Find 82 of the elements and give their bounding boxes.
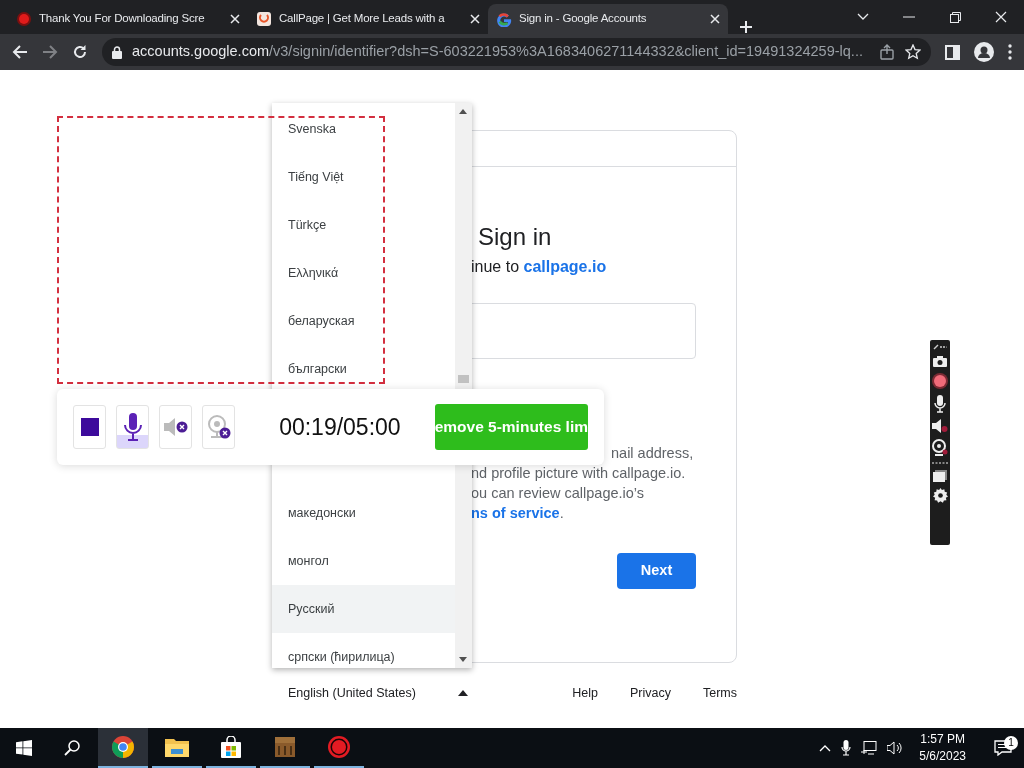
menu-item[interactable]: македонски [272,489,455,537]
menu-item[interactable]: български [272,345,455,393]
footer-link[interactable]: Help [572,684,598,703]
address-bar[interactable]: accounts.google.com/v3/signin/identifier?dsh=S-603221953%3A1683406271144332&client_id=19491324259-lq... [102,38,931,66]
profile-icon[interactable] [974,42,994,62]
link[interactable]: callpage.io [523,258,607,275]
webcam-button[interactable] [202,405,236,449]
menu-item[interactable]: Türkçe [272,201,455,249]
menu-item[interactable]: беларуская [272,297,455,345]
subtitle: inue to callpage.io [471,257,608,277]
microphone-button[interactable] [116,405,150,449]
body-text: nail address, [610,444,695,463]
microphone-icon [122,412,143,442]
browser-tab[interactable]: Thank You For Downloading Scre [8,4,248,34]
chevron-down-icon[interactable] [857,13,869,21]
link[interactable]: ns of service [471,505,560,521]
volume-icon[interactable] [887,741,904,755]
clock-time: 1:57 PM [919,731,966,748]
clock-date: 5/6/2023 [919,748,966,765]
webcam-icon[interactable] [932,439,948,456]
close-icon[interactable] [710,14,720,24]
language-select[interactable]: English (United States) [288,684,468,703]
shopping-bag-icon[interactable] [220,736,242,758]
window-icon[interactable] [933,470,947,482]
lock-icon [112,45,122,59]
back-icon[interactable] [12,44,28,60]
body-text: ns of service. [471,504,565,523]
heading: Sign in [478,222,553,252]
record-icon [16,11,32,27]
url-text: accounts.google.com/v3/signin/identifier?dsh=S-603221953%3A1683406271144332&client_id=19491324259-lq... [132,42,864,62]
chevron-up-icon[interactable] [819,744,832,752]
webcam-off-icon [205,414,232,440]
new-tab-icon[interactable] [739,20,753,34]
close-icon[interactable] [230,14,240,24]
browser-tab[interactable]: CallPage | Get More Leads with a [248,4,488,34]
microphone-icon[interactable] [841,740,852,756]
scroll-down-icon[interactable] [459,657,467,662]
microphone-icon[interactable] [934,395,946,413]
chrome-icon[interactable] [111,735,135,759]
scroll-up-icon[interactable] [459,109,467,114]
menu-item[interactable]: Русский [272,585,455,633]
caret-icon [458,690,468,697]
menu-item[interactable]: Svenska [272,105,455,153]
reload-icon[interactable] [72,44,88,60]
body-text: nd profile picture with callpage.io. [471,464,687,483]
camera-icon[interactable] [933,356,947,367]
footer-link[interactable]: Terms [702,684,737,703]
restore-icon[interactable] [949,11,961,23]
settings-icon[interactable] [932,488,948,503]
star-icon[interactable] [905,44,921,60]
menu-icon[interactable] [1008,44,1012,60]
menu-item[interactable]: Ελληνικά [272,249,455,297]
timer-text: 00:19/05:00 [279,412,401,442]
close-icon[interactable] [995,11,1007,23]
menu-item[interactable]: Tiếng Việt [272,153,455,201]
stop-button[interactable] [73,405,107,449]
scrollbar-thumb[interactable] [458,375,469,383]
search-icon[interactable] [64,740,80,756]
footer-link[interactable]: Privacy [630,684,671,703]
menu-item[interactable]: српски (ћирилица) [272,633,455,668]
speaker-muted-icon [162,416,189,438]
browser-tab[interactable]: Sign in - Google Accounts [488,4,728,34]
record-icon[interactable] [327,735,351,759]
network-icon[interactable] [861,741,878,755]
dashed-line-icon [932,462,948,464]
share-icon[interactable] [879,44,895,60]
notification-count: 1 [1004,736,1018,750]
crafting-table-icon[interactable] [274,736,296,758]
speaker-button[interactable] [159,405,193,449]
speaker-icon[interactable] [932,419,948,433]
windows-icon[interactable] [16,740,32,756]
notifications-icon[interactable] [994,740,1012,756]
close-icon[interactable] [470,14,480,24]
forward-icon[interactable] [42,44,58,60]
menu-item[interactable]: монгол [272,537,455,585]
body-text: ou can review callpage.io’s [471,484,646,503]
next-button[interactable]: Next [617,553,696,589]
record-icon[interactable] [932,373,948,389]
side-panel-icon[interactable] [945,44,960,60]
folder-icon[interactable] [165,737,189,757]
stop-icon [80,418,99,436]
g-logo-icon [496,11,512,27]
